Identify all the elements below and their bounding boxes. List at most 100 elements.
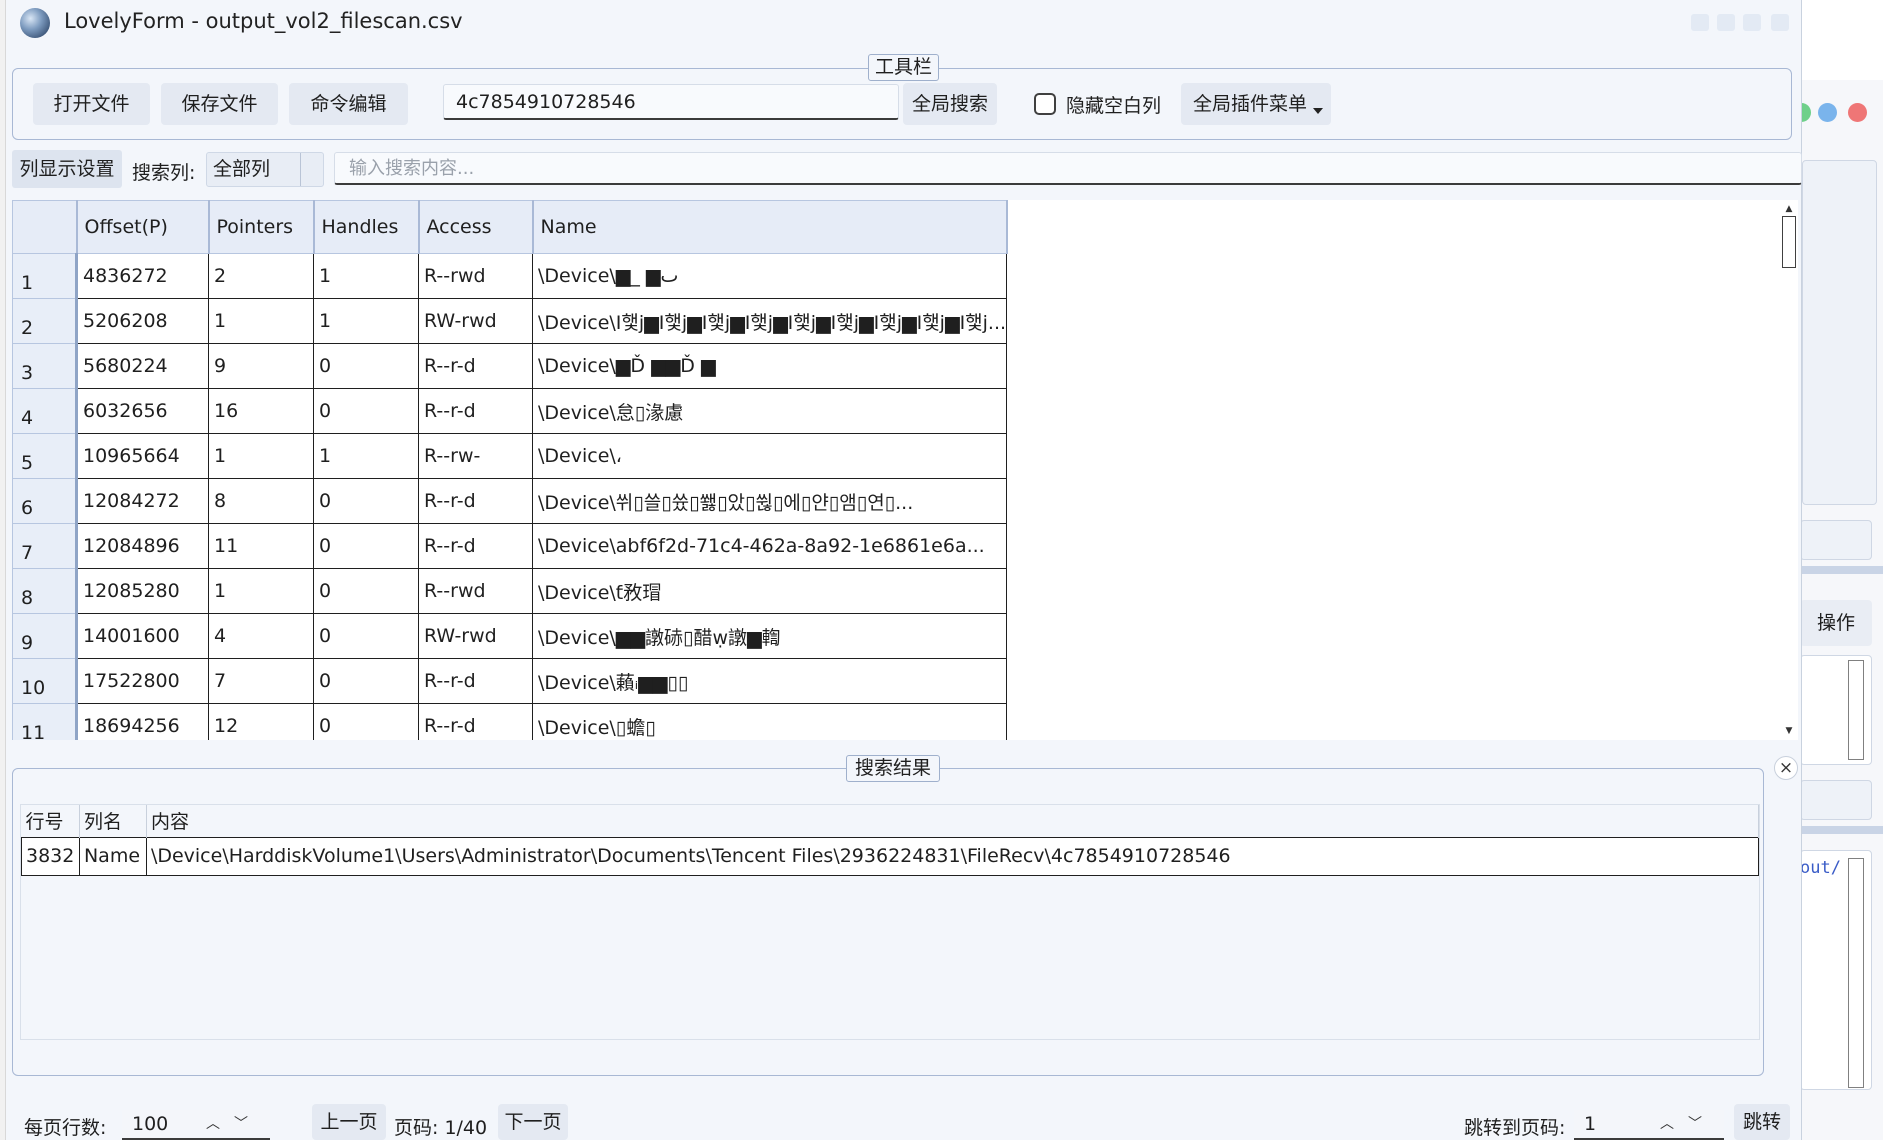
cell-pointers[interactable]: 2 (208, 253, 314, 299)
row-number[interactable]: 1 (12, 253, 78, 299)
close-icon[interactable]: × (1774, 756, 1798, 780)
cell-name[interactable]: \Device\، (531, 433, 1008, 479)
cell-access[interactable]: R--r-d (418, 343, 533, 389)
data-grid[interactable]: Offset(P) Pointers Handles Access Name 1… (12, 200, 1786, 740)
cell-name[interactable]: \Device\藾ᵢ▆▆▯▯ (531, 658, 1008, 704)
row-number[interactable]: 10 (12, 658, 78, 704)
table-corner[interactable] (12, 200, 78, 254)
scroll-down-arrow-icon[interactable]: ▼ (1784, 726, 1794, 736)
hide-empty-columns-checkbox[interactable]: 隐藏空白列 (1034, 88, 1161, 120)
table-row[interactable]: 7 12084896 11 0 R--r-d \Device\abf6f2d-71c4-4… (12, 523, 1008, 569)
results-header-content[interactable]: 内容 (146, 805, 1760, 837)
cell-name[interactable]: \Device\怠▯湪慮 (531, 388, 1008, 434)
cell-access[interactable]: R--r-d (418, 703, 533, 740)
cell-pointers[interactable]: 16 (208, 388, 314, 434)
column-header-offset[interactable]: Offset(P) (76, 200, 210, 254)
cell-name[interactable]: \Device\쒸▯쓸▯쓨▯쐟▯았▯쒾▯에▯얀▯앰▯연▯... (531, 478, 1008, 524)
window-minimize-dot[interactable] (1818, 103, 1837, 122)
cell-pointers[interactable]: 1 (208, 568, 314, 614)
spinner-arrows-icon[interactable]: ︿﹀ (1660, 1110, 1716, 1138)
row-number[interactable]: 5 (12, 433, 78, 479)
table-row[interactable]: 5 10965664 1 1 R--rw- \Device\، (12, 433, 1008, 479)
window-control-icon[interactable] (1717, 14, 1735, 31)
table-row[interactable]: 10 17522800 7 0 R--r-d \Device\藾ᵢ▆▆▯▯ (12, 658, 1008, 704)
cell-offset[interactable]: 18694256 (76, 703, 209, 740)
window-control-icon[interactable] (1771, 14, 1789, 31)
cell-name[interactable]: \Device\▆▆譈硳▯醋ẉ譈▆輷 (531, 613, 1008, 659)
cell-pointers[interactable]: 8 (208, 478, 314, 524)
search-results-table-area[interactable]: 行号 列名 内容 3832 Name \Device\HarddiskVolum… (20, 804, 1760, 1040)
cell-handles[interactable]: 0 (313, 388, 419, 434)
column-header-pointers[interactable]: Pointers (208, 200, 315, 254)
results-header-row-number[interactable]: 行号 (21, 805, 80, 837)
content-search-input[interactable]: 输入搜索内容... (334, 152, 1802, 185)
cell-offset[interactable]: 5680224 (76, 343, 209, 389)
cell-handles[interactable]: 0 (313, 523, 419, 569)
table-row[interactable]: 9 14001600 4 0 RW-rwd \Device\▆▆譈硳▯醋ẉ譈▆輷 (12, 613, 1008, 659)
goto-page-spinner[interactable]: 1 ︿﹀ (1574, 1110, 1724, 1140)
column-header-access[interactable]: Access (418, 200, 534, 254)
next-page-button[interactable]: 下一页 (498, 1104, 568, 1140)
previous-page-button[interactable]: 上一页 (312, 1104, 386, 1140)
cell-handles[interactable]: 1 (313, 253, 419, 299)
cell-handles[interactable]: 0 (313, 613, 419, 659)
scroll-up-arrow-icon[interactable]: ▲ (1784, 204, 1794, 214)
cell-handles[interactable]: 1 (313, 298, 419, 344)
background-scrollbar[interactable] (1848, 660, 1864, 760)
table-row[interactable]: 1 4836272 2 1 R--rwd \Device\▆_ ▆ٮ (12, 253, 1008, 299)
table-row[interactable]: 6 12084272 8 0 R--r-d \Device\쒸▯쓸▯쓨▯쐟▯았▯쒾▯에▯얀… (12, 478, 1008, 524)
open-file-button[interactable]: 打开文件 (33, 83, 150, 125)
cell-offset[interactable]: 5206208 (76, 298, 209, 344)
cell-name[interactable]: \Device\▆Ď ▆▆Ď ▆ (531, 343, 1008, 389)
cell-pointers[interactable]: 9 (208, 343, 314, 389)
cell-offset[interactable]: 10965664 (76, 433, 209, 479)
cell-handles[interactable]: 0 (313, 658, 419, 704)
cell-offset[interactable]: 14001600 (76, 613, 209, 659)
cell-offset[interactable]: 4836272 (76, 253, 209, 299)
cell-name[interactable]: \Device\▆_ ▆ٮ (531, 253, 1008, 299)
row-number[interactable]: 4 (12, 388, 78, 434)
row-number[interactable]: 7 (12, 523, 78, 569)
cell-name[interactable]: \Device\ƭ敄瑁 (531, 568, 1008, 614)
results-header-column-name[interactable]: 列名 (79, 805, 147, 837)
table-row[interactable]: 3 5680224 9 0 R--r-d \Device\▆Ď ▆▆Ď ▆ (12, 343, 1008, 389)
plugin-menu-dropdown[interactable]: 全局插件菜单 (1181, 83, 1331, 125)
cell-handles[interactable]: 0 (313, 478, 419, 524)
background-action-button[interactable]: 操作 (1800, 600, 1872, 646)
checkbox-box[interactable] (1034, 93, 1056, 115)
global-search-input[interactable]: 4c7854910728546 (443, 84, 899, 120)
cell-pointers[interactable]: 1 (208, 433, 314, 479)
cell-pointers[interactable]: 12 (208, 703, 314, 740)
column-header-handles[interactable]: Handles (313, 200, 420, 254)
row-number[interactable]: 9 (12, 613, 78, 659)
cell-access[interactable]: R--r-d (418, 658, 533, 704)
cell-access[interactable]: R--r-d (418, 478, 533, 524)
cell-access[interactable]: RW-rwd (418, 613, 533, 659)
cell-access[interactable]: R--r-d (418, 388, 533, 434)
cell-name[interactable]: \Device\I햋j▆I햋j▆I햋j▆I햋j▆I햋j▆I햋j▆I햋j▆I햋j▆… (531, 298, 1008, 344)
window-control-icon[interactable] (1691, 14, 1709, 31)
cell-access[interactable]: R--rwd (418, 568, 533, 614)
row-number[interactable]: 8 (12, 568, 78, 614)
row-number[interactable]: 6 (12, 478, 78, 524)
table-row[interactable]: 2 5206208 1 1 RW-rwd \Device\I햋j▆I햋j▆I햋j▆I햋j▆… (12, 298, 1008, 344)
result-column-name[interactable]: Name (78, 836, 147, 876)
command-edit-button[interactable]: 命令编辑 (289, 83, 408, 125)
cell-offset[interactable]: 17522800 (76, 658, 209, 704)
grid-vertical-scrollbar[interactable]: ▲ ▼ (1782, 200, 1798, 740)
window-close-dot[interactable] (1848, 103, 1867, 122)
row-number[interactable]: 11 (12, 703, 78, 740)
cell-handles[interactable]: 0 (313, 343, 419, 389)
cell-pointers[interactable]: 11 (208, 523, 314, 569)
spinner-arrows-icon[interactable]: ︿﹀ (206, 1110, 262, 1138)
save-file-button[interactable]: 保存文件 (161, 83, 278, 125)
table-row[interactable]: 4 6032656 16 0 R--r-d \Device\怠▯湪慮 (12, 388, 1008, 434)
cell-pointers[interactable]: 1 (208, 298, 314, 344)
cell-name[interactable]: \Device\▯蟾▯ (531, 703, 1008, 740)
row-number[interactable]: 2 (12, 298, 78, 344)
goto-page-button[interactable]: 跳转 (1734, 1104, 1790, 1140)
cell-access[interactable]: R--rw- (418, 433, 533, 479)
table-row[interactable]: 8 12085280 1 0 R--rwd \Device\ƭ敄瑁 (12, 568, 1008, 614)
cell-offset[interactable]: 12084896 (76, 523, 209, 569)
scroll-thumb[interactable] (1782, 216, 1796, 268)
